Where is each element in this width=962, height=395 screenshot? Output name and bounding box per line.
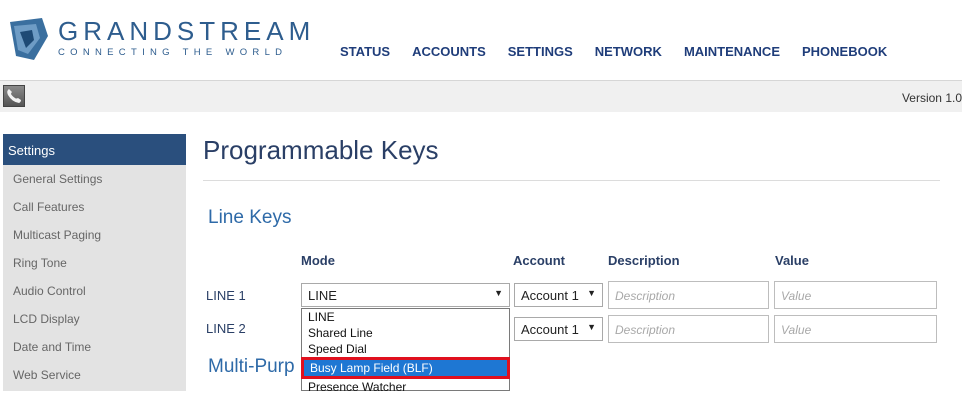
line-1-label: LINE 1 [206,288,246,303]
line-2-description-input[interactable]: Description [608,315,769,343]
dropdown-arrow-icon: ▼ [587,288,596,298]
column-description: Description [608,253,680,268]
brand-tagline: CONNECTING THE WORLD [58,47,288,58]
line-2-account-value: Account 1 [521,322,579,337]
nav-status[interactable]: STATUS [340,44,390,59]
line-1-mode-select[interactable]: LINE ▼ [301,283,510,307]
nav-settings[interactable]: SETTINGS [508,44,573,59]
dropdown-arrow-icon: ▼ [494,288,503,298]
dropdown-option-shared-line[interactable]: Shared Line [302,325,509,341]
dropdown-option-speed-dial[interactable]: Speed Dial [302,341,509,357]
column-account: Account [513,253,565,268]
line-1-description-input[interactable]: Description [608,281,769,309]
column-value: Value [775,253,809,268]
page-title: Programmable Keys [203,135,439,165]
nav-accounts[interactable]: ACCOUNTS [412,44,486,59]
line-2-label: LINE 2 [206,321,246,336]
title-divider [203,180,940,181]
sub-toolbar: Version 1.0 [0,80,962,112]
top-nav: STATUS ACCOUNTS SETTINGS NETWORK MAINTEN… [340,44,909,59]
line-2-value-input[interactable]: Value [774,315,937,343]
nav-maintenance[interactable]: MAINTENANCE [684,44,780,59]
nav-network[interactable]: NETWORK [595,44,662,59]
sidebar-item-call-features[interactable]: Call Features [3,193,186,221]
mode-dropdown-list: LINE Shared Line Speed Dial Busy Lamp Fi… [301,308,510,394]
sidebar-item-web-service[interactable]: Web Service [3,361,186,389]
version-text: Version 1.0 [901,91,962,105]
section-line-keys: Line Keys [208,207,292,228]
dropdown-arrow-icon: ▼ [587,322,596,332]
nav-phonebook[interactable]: PHONEBOOK [802,44,887,59]
sidebar-item-multicast-paging[interactable]: Multicast Paging [3,221,186,249]
sidebar-item-ring-tone[interactable]: Ring Tone [3,249,186,277]
line-1-value-input[interactable]: Value [774,281,937,309]
sidebar-item-general-settings[interactable]: General Settings [3,165,186,193]
sidebar: Settings General Settings Call Features … [3,134,186,391]
header: GRANDSTREAM CONNECTING THE WORLD STATUS … [0,0,962,80]
sidebar-item-lcd-display[interactable]: LCD Display [3,305,186,333]
line-1-account-value: Account 1 [521,288,579,303]
dropdown-option-line[interactable]: LINE [302,309,509,325]
line-1-account-select[interactable]: Account 1 ▼ [514,283,603,307]
section-multi-purpose-keys: Multi-Purp [208,356,295,377]
line-2-account-select[interactable]: Account 1 ▼ [514,317,603,341]
line-1-mode-value: LINE [308,288,337,303]
phone-icon[interactable] [3,85,25,107]
column-mode: Mode [301,253,335,268]
brand-name: GRANDSTREAM [58,16,316,46]
grandstream-logo-icon [10,18,48,60]
sidebar-header-settings[interactable]: Settings [3,134,186,165]
sidebar-item-audio-control[interactable]: Audio Control [3,277,186,305]
dropdown-option-blf[interactable]: Busy Lamp Field (BLF) [301,357,510,379]
dropdown-option-presence-watcher[interactable]: Presence Watcher [302,379,509,395]
sidebar-item-date-and-time[interactable]: Date and Time [3,333,186,361]
